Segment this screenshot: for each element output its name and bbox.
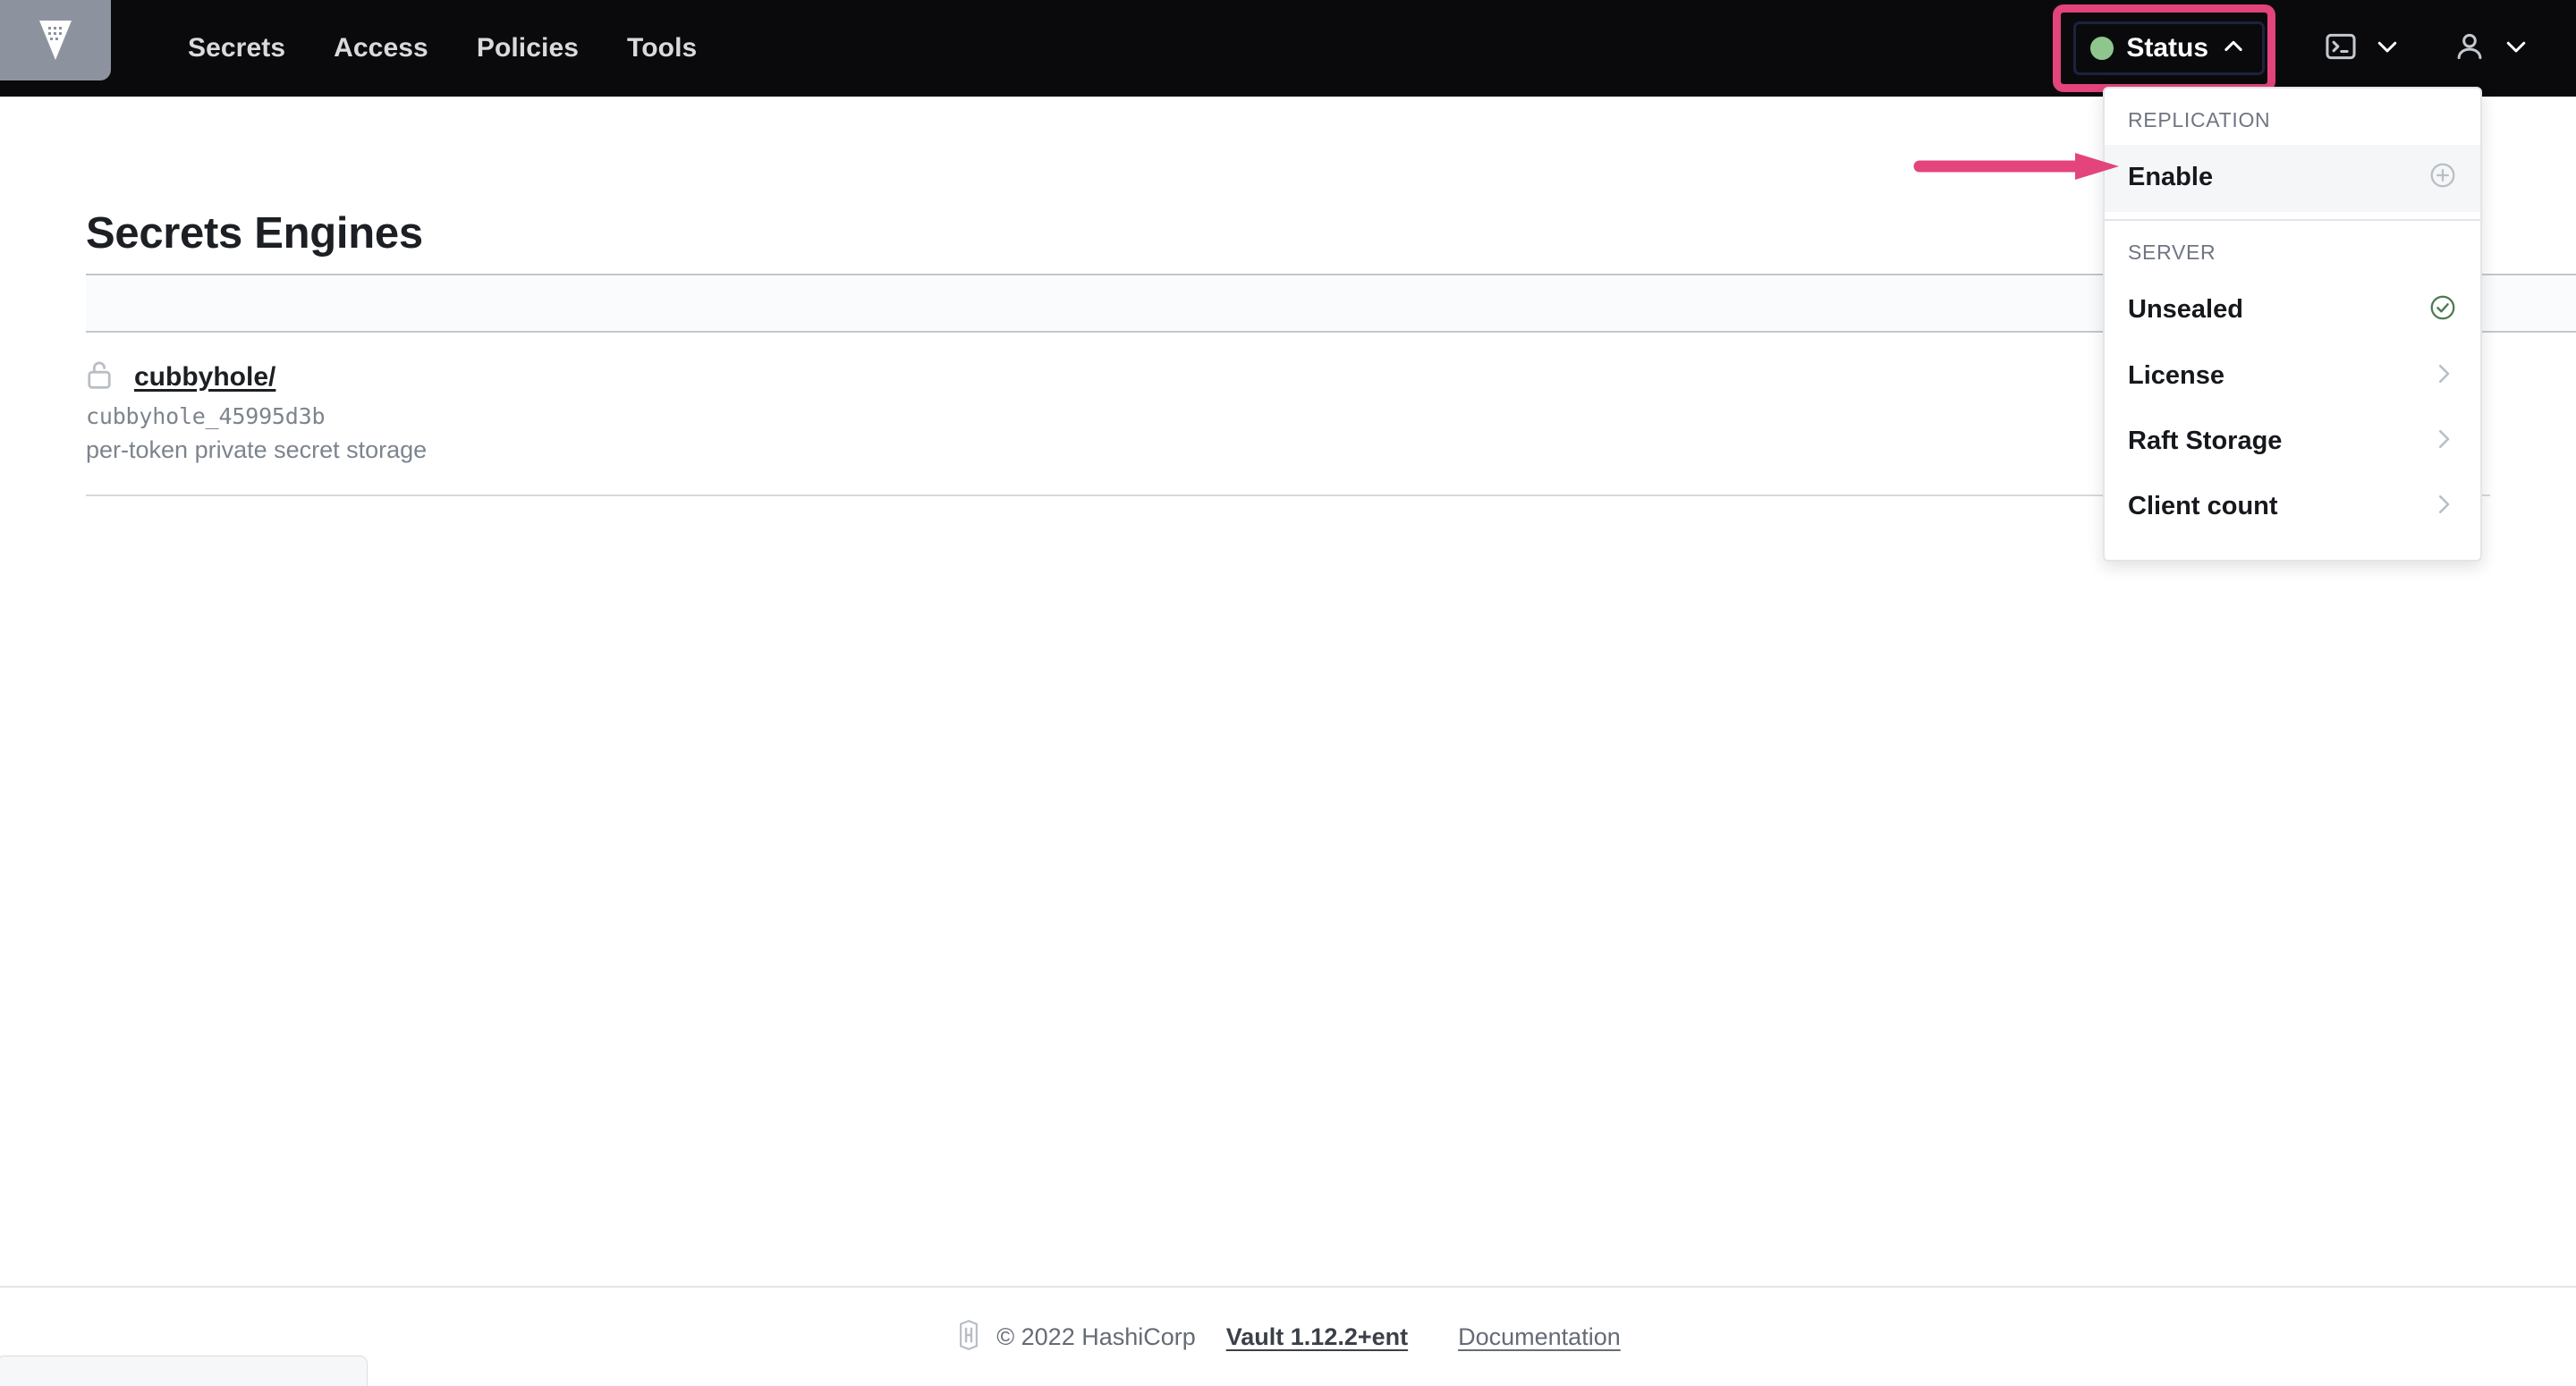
dropdown-section-label-server: SERVER — [2128, 241, 2216, 264]
page-title: Secrets Engines — [86, 209, 423, 258]
vault-ui-root: Secrets Access Policies Tools Status Sec… — [0, 0, 2576, 1386]
status-button-wrapper: Status — [2053, 4, 2276, 92]
navbar-right-group: Status — [2053, 0, 2576, 97]
dropdown-item-unsealed[interactable]: Unsealed — [2105, 277, 2480, 344]
footer: © 2022 HashiCorp Vault 1.12.2+ent Docume… — [0, 1288, 2576, 1386]
check-circle-icon — [2428, 293, 2457, 326]
terminal-icon — [2324, 30, 2358, 68]
chevron-down-icon — [2374, 33, 2401, 64]
footer-documentation-link[interactable]: Documentation — [1458, 1323, 1621, 1351]
dropdown-item-license[interactable]: License — [2105, 344, 2480, 410]
nav-links: Secrets Access Policies Tools — [188, 33, 697, 63]
dropdown-bottom-padding — [2105, 540, 2480, 560]
dropdown-item-client-count[interactable]: Client count — [2105, 475, 2480, 540]
nav-link-policies[interactable]: Policies — [477, 33, 579, 63]
hashicorp-icon — [955, 1319, 982, 1355]
status-dropdown-menu: REPLICATION Enable SERVER Unsealed Licen… — [2103, 87, 2482, 562]
chevron-right-icon — [2430, 426, 2457, 457]
dropdown-item-raft-storage[interactable]: Raft Storage — [2105, 410, 2480, 475]
dropdown-item-label: Unsealed — [2128, 295, 2243, 324]
user-icon — [2453, 30, 2487, 68]
status-button[interactable]: Status — [2073, 21, 2265, 75]
top-navbar: Secrets Access Policies Tools Status — [0, 0, 2576, 97]
status-button-label: Status — [2126, 33, 2208, 63]
dropdown-item-label: Enable — [2128, 163, 2214, 191]
console-toggle-button[interactable] — [2324, 30, 2401, 68]
nav-link-tools[interactable]: Tools — [627, 33, 697, 63]
dropdown-item-label: License — [2128, 361, 2224, 390]
dropdown-item-label: Client count — [2128, 492, 2278, 520]
engine-path-link[interactable]: cubbyhole/ — [134, 362, 275, 393]
dropdown-section-label-replication: REPLICATION — [2128, 108, 2271, 131]
chevron-up-icon — [2221, 34, 2246, 63]
user-menu-button[interactable] — [2453, 30, 2529, 68]
dropdown-item-label: Raft Storage — [2128, 427, 2283, 455]
chevron-right-icon — [2430, 360, 2457, 392]
footer-copyright: © 2022 HashiCorp — [996, 1323, 1196, 1350]
status-indicator-dot — [2090, 37, 2114, 60]
vault-logo-tile[interactable] — [0, 0, 111, 80]
vault-logo-icon — [38, 19, 73, 62]
footer-version-link[interactable]: Vault 1.12.2+ent — [1226, 1323, 1408, 1351]
nav-link-access[interactable]: Access — [334, 33, 428, 63]
plus-circle-icon — [2428, 161, 2457, 194]
chevron-down-icon — [2503, 33, 2529, 64]
dropdown-item-enable[interactable]: Enable — [2105, 145, 2480, 212]
chevron-right-icon — [2430, 491, 2457, 522]
browser-link-preview-tooltip — [0, 1356, 368, 1386]
nav-link-secrets[interactable]: Secrets — [188, 33, 285, 63]
unlock-icon — [86, 359, 113, 394]
